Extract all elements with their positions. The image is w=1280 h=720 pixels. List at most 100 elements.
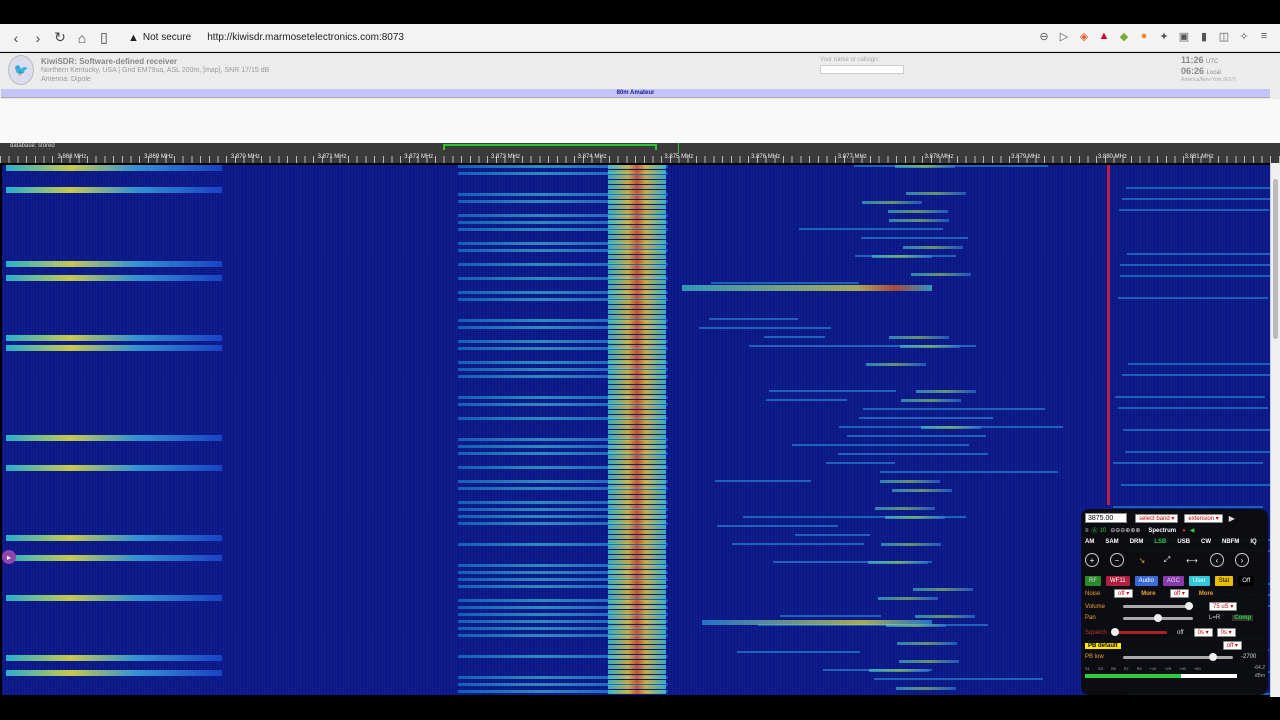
mode-button-am[interactable]: AM xyxy=(1085,539,1094,545)
forward-icon[interactable]: › xyxy=(28,28,48,48)
security-indicator[interactable]: ▲ Not secure xyxy=(128,32,191,44)
volume-slider[interactable] xyxy=(1123,602,1193,610)
mode-button-sam[interactable]: SAM xyxy=(1105,539,1118,545)
screenshot-icon[interactable]: ▣ xyxy=(1176,28,1192,44)
extension-icon[interactable]: ● xyxy=(1136,28,1152,44)
extension-select-label: extension xyxy=(1188,515,1215,522)
speaker-icon[interactable]: ◀ xyxy=(1190,527,1195,534)
zoom-min-icon[interactable]: ⟷ xyxy=(1185,553,1199,567)
waterfall-signal xyxy=(764,336,825,338)
noise-filter-select[interactable]: off ▾ xyxy=(1169,589,1189,598)
home-icon[interactable]: ⌂ xyxy=(72,28,92,48)
brave-shield-icon[interactable]: ◈ xyxy=(1076,28,1092,44)
step-buttons[interactable]: ⊖⊖⊖⊕⊕⊕ xyxy=(1110,527,1140,534)
waterfall-canvas[interactable] xyxy=(2,165,1280,695)
sidebar-icon[interactable]: ▮ xyxy=(1196,28,1212,44)
mode-button-usb[interactable]: USB xyxy=(1177,539,1190,545)
waterfall-signal xyxy=(608,405,666,409)
tab-audio[interactable]: Audio xyxy=(1134,576,1158,586)
pb-select[interactable]: off ▾ xyxy=(1222,641,1242,650)
tab-user[interactable]: User xyxy=(1188,576,1210,586)
scale-frequency-label: 3.874 MHz xyxy=(577,154,607,160)
zoom-band-icon[interactable]: ↘ xyxy=(1135,553,1149,567)
reload-icon[interactable]: ↻ xyxy=(50,28,70,48)
side-panel-toggle-icon[interactable]: ▸ xyxy=(2,550,16,564)
pb-default-button[interactable]: PB default xyxy=(1085,642,1121,649)
comp-button[interactable]: Comp xyxy=(1232,615,1254,621)
mode-button-lsb[interactable]: LSB xyxy=(1154,539,1166,545)
local-label: Local xyxy=(1206,70,1221,76)
rewards-icon[interactable]: ▲ xyxy=(1096,28,1112,44)
bookmark-icon[interactable]: ▯ xyxy=(94,28,114,48)
waterfall-signal xyxy=(608,470,666,474)
band-select[interactable]: select band ▾ xyxy=(1135,513,1179,523)
address-bar[interactable]: http://kiwisdr.marmosetelectronics.com:8… xyxy=(207,32,404,43)
waterfall-signal xyxy=(608,420,666,424)
waterfall-signal xyxy=(608,690,666,694)
filter-more-button[interactable]: More xyxy=(1199,591,1213,597)
squelch-delay-select[interactable]: 0s ▾ xyxy=(1216,628,1236,637)
frequency-scale[interactable]: database: stored 3.868 MHz 3.869 MHz 3.870… xyxy=(0,143,1280,163)
waterfall-signal xyxy=(699,327,831,329)
mute-icon[interactable]: ● xyxy=(1182,528,1186,534)
noise-select[interactable]: off ▾ xyxy=(1114,589,1134,598)
kiwi-logo-icon[interactable]: 🐦 xyxy=(8,55,34,85)
tab-agc[interactable]: AGC xyxy=(1162,576,1184,586)
scale-frequency-label: 3.871 MHz xyxy=(317,154,347,160)
spectrum-button[interactable]: Spectrum xyxy=(1148,528,1176,534)
deemphasis-select[interactable]: 75 uS ▾ xyxy=(1209,602,1238,611)
pan-knob[interactable] xyxy=(1154,613,1162,622)
local-time: 06:26 xyxy=(1181,66,1205,76)
waterfall-signal xyxy=(608,230,666,234)
zoom-max-icon[interactable]: ⤢ xyxy=(1160,553,1174,567)
squelch-tail-select[interactable]: 0s ▾ xyxy=(1193,628,1213,637)
noise-more-button[interactable]: More xyxy=(1141,591,1155,597)
page-right-icon[interactable]: › xyxy=(1235,553,1249,567)
callsign-input[interactable] xyxy=(820,65,904,74)
frequency-input[interactable]: 3875.00 xyxy=(1085,513,1127,523)
menu-icon[interactable]: ≡ xyxy=(1256,28,1272,44)
play-icon[interactable]: ▶ xyxy=(1229,514,1235,523)
pan-slider[interactable] xyxy=(1123,613,1193,622)
tab-stat[interactable]: Stat xyxy=(1214,576,1234,586)
auto-icon[interactable]: Ⓐ xyxy=(1092,526,1098,535)
mode-button-drm[interactable]: DRM xyxy=(1130,539,1144,545)
zoom-icon[interactable]: ⊖ xyxy=(1036,28,1052,44)
tuning-marker[interactable] xyxy=(678,143,679,153)
waterfall-signal xyxy=(868,561,928,564)
squelch-knob[interactable] xyxy=(1111,628,1119,636)
mode-button-cw[interactable]: CW xyxy=(1201,539,1211,545)
scroll-thumb[interactable] xyxy=(1273,179,1278,339)
page-scrollbar[interactable] xyxy=(1270,163,1280,697)
menu-icon[interactable]: ≡ xyxy=(1085,528,1089,534)
tab-off[interactable]: Off xyxy=(1238,576,1255,586)
wallet-icon[interactable]: ◫ xyxy=(1216,28,1232,44)
zoom-out-icon[interactable]: − xyxy=(1110,553,1124,567)
extension-select[interactable]: extension ▾ xyxy=(1184,513,1223,523)
volume-knob[interactable] xyxy=(1185,602,1193,610)
squelch-slider[interactable] xyxy=(1111,628,1167,636)
band-bar[interactable]: 80m Amateur xyxy=(1,89,1270,98)
back-icon[interactable]: ‹ xyxy=(6,28,26,48)
waterfall-signal xyxy=(769,390,896,392)
puzzle-icon[interactable]: ✦ xyxy=(1156,28,1172,44)
tab-wf11[interactable]: WF11 xyxy=(1106,576,1130,586)
share-icon[interactable]: ▷ xyxy=(1056,28,1072,44)
waterfall-signal xyxy=(608,580,666,584)
pb-low-knob[interactable] xyxy=(1209,652,1217,661)
spectrum-area[interactable] xyxy=(0,99,1280,143)
mode-button-iq[interactable]: IQ xyxy=(1250,539,1256,545)
ai-icon[interactable]: ✧ xyxy=(1236,28,1252,44)
pb-low-slider[interactable] xyxy=(1123,652,1233,661)
waterfall-signal xyxy=(1122,374,1272,376)
waterfall-signal xyxy=(906,192,966,195)
extension-icon[interactable]: ◆ xyxy=(1116,28,1132,44)
waterfall-signal xyxy=(709,318,798,320)
page-left-icon[interactable]: ‹ xyxy=(1210,553,1224,567)
tab-rf[interactable]: RF xyxy=(1085,576,1101,586)
passband-indicator[interactable] xyxy=(443,144,657,150)
waterfall-signal xyxy=(913,588,973,591)
mode-button-nbfm[interactable]: NBFM xyxy=(1222,539,1239,545)
waterfall-signal xyxy=(608,555,666,559)
zoom-in-icon[interactable]: + xyxy=(1085,553,1099,567)
